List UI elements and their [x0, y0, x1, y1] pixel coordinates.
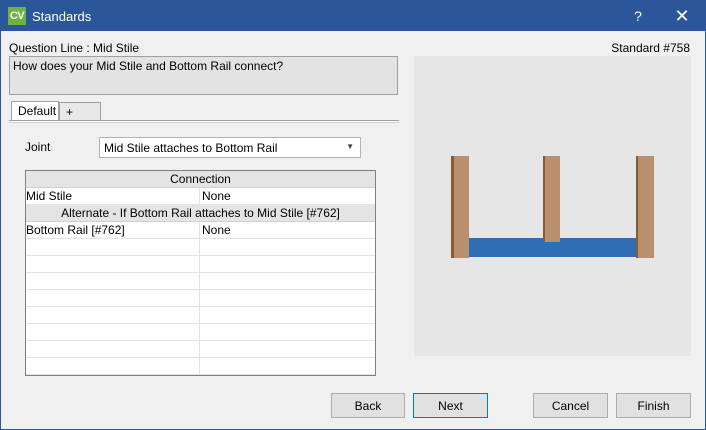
question-text-box: How does your Mid Stile and Bottom Rail …: [9, 56, 398, 95]
question-text: How does your Mid Stile and Bottom Rail …: [13, 59, 284, 73]
question-line-label: Question Line : Mid Stile: [9, 41, 140, 55]
grid-cell-name: [26, 290, 200, 307]
grid-cell-value[interactable]: None: [202, 222, 231, 239]
grid-cell-name: [26, 324, 200, 341]
close-icon[interactable]: ✕: [659, 1, 705, 31]
joint-label: Joint: [25, 140, 51, 154]
grid-cell-name: [26, 307, 200, 324]
connection-grid: Connection Mid Stile None Alternate - If…: [25, 170, 376, 376]
next-button[interactable]: Next: [413, 393, 488, 418]
joint-selected-value: Mid Stile attaches to Bottom Rail: [104, 141, 278, 155]
table-row[interactable]: [26, 273, 375, 290]
finish-button[interactable]: Finish: [616, 393, 691, 418]
table-row[interactable]: [26, 341, 375, 358]
mid-stile-shape: [545, 156, 560, 242]
joint-dropdown[interactable]: Mid Stile attaches to Bottom Rail ▼: [99, 137, 361, 158]
help-button[interactable]: ?: [615, 1, 661, 31]
grid-section-header: Connection: [26, 171, 375, 188]
grid-cell-name: Bottom Rail [#762]: [26, 222, 200, 239]
grid-cell-name: [26, 341, 200, 358]
grid-cell-name: [26, 273, 200, 290]
right-stile-shape: [638, 156, 654, 258]
table-row[interactable]: [26, 324, 375, 341]
cancel-button[interactable]: Cancel: [533, 393, 608, 418]
left-stile-shape: [454, 156, 469, 258]
tab-default[interactable]: Default: [11, 101, 59, 121]
title-bar: CV Standards ? ✕: [1, 1, 705, 31]
app-logo-icon: CV: [8, 7, 26, 25]
table-row[interactable]: [26, 256, 375, 273]
table-row[interactable]: [26, 239, 375, 256]
table-row[interactable]: [26, 358, 375, 375]
tab-divider: [9, 120, 399, 123]
grid-section-header: Alternate - If Bottom Rail attaches to M…: [26, 205, 375, 222]
grid-cell-name: [26, 256, 200, 273]
cabinet-joint-diagram: [451, 156, 654, 258]
window-title: Standards: [32, 9, 92, 24]
grid-cell-name: [26, 239, 200, 256]
back-button[interactable]: Back: [331, 393, 405, 418]
table-row[interactable]: Bottom Rail [#762] None: [26, 222, 375, 239]
joint-preview: [414, 56, 691, 356]
grid-cell-value[interactable]: None: [202, 188, 231, 205]
table-row[interactable]: [26, 290, 375, 307]
standards-dialog: CV Standards ? ✕ Question Line : Mid Sti…: [0, 0, 706, 430]
table-row[interactable]: Mid Stile None: [26, 188, 375, 205]
table-row[interactable]: [26, 307, 375, 324]
grid-cell-name: Mid Stile: [26, 188, 200, 205]
grid-cell-name: [26, 358, 200, 375]
tab-add[interactable]: +: [59, 102, 101, 120]
chevron-down-icon[interactable]: ▼: [346, 142, 354, 151]
standard-number-label: Standard #758: [611, 41, 690, 55]
